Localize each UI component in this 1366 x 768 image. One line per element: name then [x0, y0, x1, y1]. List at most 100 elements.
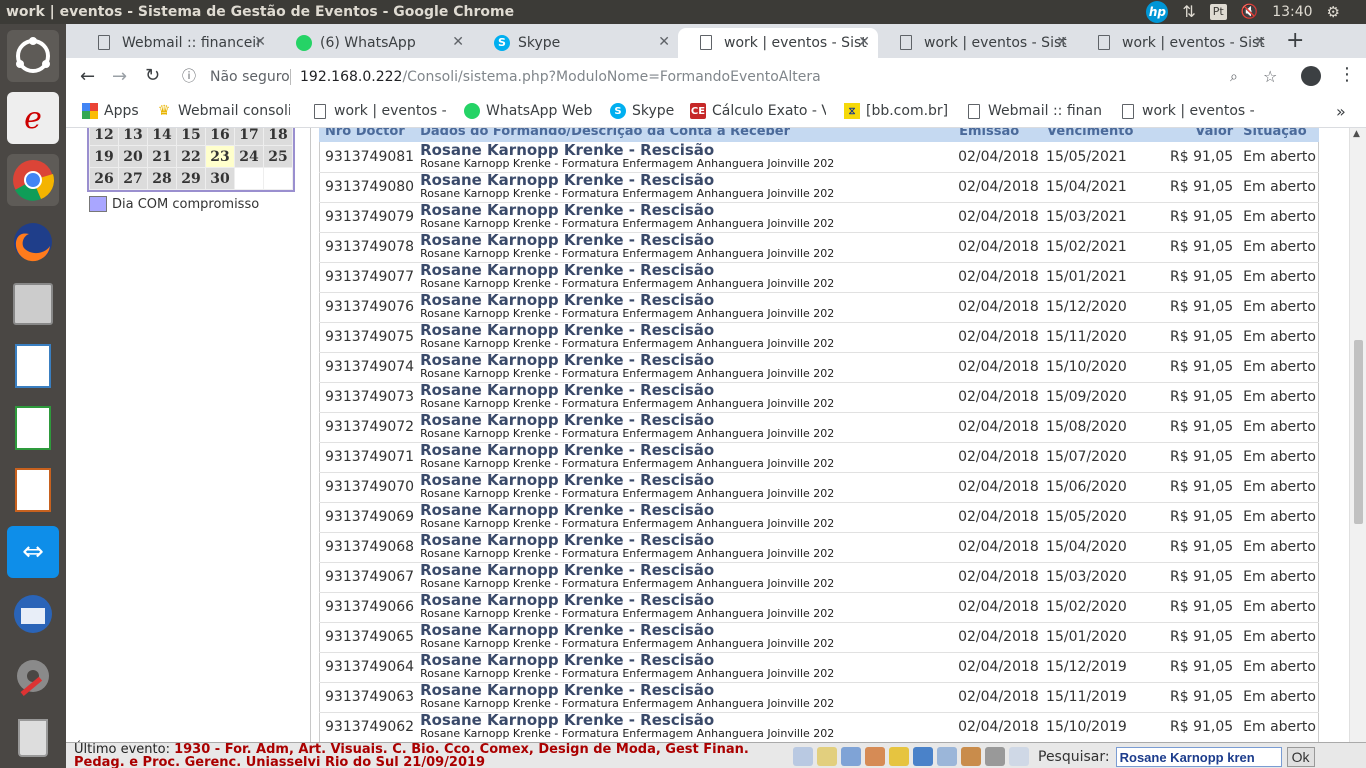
bookmark-apps[interactable]: Apps: [82, 103, 139, 119]
record-title-link[interactable]: Rosane Karnopp Krenke - Rescisão: [420, 413, 953, 428]
calendar-day[interactable]: 30: [205, 167, 235, 190]
trash-icon[interactable]: [7, 712, 59, 764]
last-event-text[interactable]: 1930 - For. Adm, Art. Visuais. C. Bio. C…: [74, 742, 749, 768]
thunderbird-icon[interactable]: [7, 588, 59, 640]
table-row[interactable]: 9313749065 Rosane Karnopp Krenke - Rescis…: [319, 622, 1319, 653]
calendar-icon[interactable]: [793, 747, 813, 766]
record-title-link[interactable]: Rosane Karnopp Krenke - Rescisão: [420, 173, 953, 188]
bookmark-work-eventos[interactable]: work | eventos -: [312, 103, 448, 119]
table-row[interactable]: 9313749071 Rosane Karnopp Krenke - Rescis…: [319, 442, 1319, 473]
bookmark-skype[interactable]: S Skype: [610, 103, 674, 119]
record-title-link[interactable]: Rosane Karnopp Krenke - Rescisão: [420, 473, 953, 488]
tab-work-eventos-active[interactable]: work | eventos - Sist ✕: [678, 28, 878, 58]
record-title-link[interactable]: Rosane Karnopp Krenke - Rescisão: [420, 713, 953, 728]
tab-skype[interactable]: S Skype ✕: [472, 28, 678, 58]
evolution-mail-icon[interactable]: e: [7, 92, 59, 144]
settings-icon[interactable]: [7, 650, 59, 702]
table-row[interactable]: 9313749073 Rosane Karnopp Krenke - Rescis…: [319, 382, 1319, 413]
calendar-day[interactable]: 28: [147, 167, 177, 190]
calendar-day[interactable]: 16: [205, 128, 235, 146]
info-icon[interactable]: ⓘ: [182, 62, 196, 92]
scrollbar-thumb[interactable]: [1354, 340, 1363, 524]
tab-work-eventos[interactable]: work | eventos - Sist ✕: [1076, 28, 1274, 58]
search-input[interactable]: [1115, 747, 1282, 767]
hp-icon[interactable]: hp: [1146, 1, 1169, 23]
table-row[interactable]: 9313749067 Rosane Karnopp Krenke - Rescis…: [319, 562, 1319, 593]
scroll-up-icon[interactable]: ▲: [1353, 129, 1360, 139]
ok-button[interactable]: Ok: [1286, 747, 1315, 767]
record-title-link[interactable]: Rosane Karnopp Krenke - Rescisão: [420, 263, 953, 278]
close-icon[interactable]: ✕: [254, 34, 266, 50]
table-row[interactable]: 9313749070 Rosane Karnopp Krenke - Rescis…: [319, 472, 1319, 503]
spreadsheet-icon[interactable]: [7, 402, 59, 454]
table-row[interactable]: 9313749072 Rosane Karnopp Krenke - Rescis…: [319, 412, 1319, 443]
bookmark-whatsapp-web[interactable]: WhatsApp Web: [464, 103, 592, 119]
table-row[interactable]: 9313749064 Rosane Karnopp Krenke - Rescis…: [319, 652, 1319, 683]
bookmark-calculo-exato[interactable]: CE Cálculo Exato - V: [690, 103, 826, 119]
bookmark-webmail-finan[interactable]: Webmail :: finan: [966, 103, 1102, 119]
zoom-icon[interactable]: ⌕: [1230, 62, 1238, 92]
address-bar[interactable]: ⓘ Não seguro 192.168.0.222/Consoli/siste…: [172, 62, 1277, 92]
close-icon[interactable]: ✕: [1056, 34, 1068, 50]
clock[interactable]: 13:40: [1272, 0, 1312, 24]
calendar-day[interactable]: 29: [176, 167, 206, 190]
calendar-day-today[interactable]: 23: [205, 145, 235, 168]
ubuntu-dash-icon[interactable]: [7, 30, 59, 82]
calendar-day[interactable]: 17: [234, 128, 264, 146]
chrome-icon[interactable]: [7, 154, 59, 206]
group-icon[interactable]: [961, 747, 981, 766]
header-situacao[interactable]: Situação: [1233, 128, 1319, 142]
calendar-day[interactable]: 25: [263, 145, 293, 168]
record-title-link[interactable]: Rosane Karnopp Krenke - Rescisão: [420, 203, 953, 218]
record-title-link[interactable]: Rosane Karnopp Krenke - Rescisão: [420, 653, 953, 668]
table-row[interactable]: 9313749062 Rosane Karnopp Krenke - Rescis…: [319, 712, 1319, 743]
header-valor[interactable]: Valor: [1158, 128, 1234, 142]
close-icon[interactable]: ✕: [452, 34, 464, 50]
calendar-day[interactable]: 13: [118, 128, 148, 146]
table-row[interactable]: 9313749078 Rosane Karnopp Krenke - Rescis…: [319, 232, 1319, 263]
tools-icon[interactable]: [817, 747, 837, 766]
calendar-day[interactable]: 22: [176, 145, 206, 168]
calendar-day[interactable]: 12: [89, 128, 119, 146]
table-row[interactable]: 9313749077 Rosane Karnopp Krenke - Rescis…: [319, 262, 1319, 293]
users-icon[interactable]: [865, 747, 885, 766]
record-title-link[interactable]: Rosane Karnopp Krenke - Rescisão: [420, 142, 953, 157]
record-title-link[interactable]: Rosane Karnopp Krenke - Rescisão: [420, 533, 953, 548]
record-title-link[interactable]: Rosane Karnopp Krenke - Rescisão: [420, 443, 953, 458]
record-title-link[interactable]: Rosane Karnopp Krenke - Rescisão: [420, 503, 953, 518]
record-title-link[interactable]: Rosane Karnopp Krenke - Rescisão: [420, 623, 953, 638]
header-nro-doctor[interactable]: Nro Doctor: [319, 128, 415, 142]
table-row[interactable]: 9313749081 Rosane Karnopp Krenke - Rescis…: [319, 142, 1319, 173]
close-icon[interactable]: ✕: [858, 34, 870, 50]
table-row[interactable]: 9313749075 Rosane Karnopp Krenke - Rescis…: [319, 322, 1319, 353]
files-icon[interactable]: [7, 278, 59, 330]
table-row[interactable]: 9313749068 Rosane Karnopp Krenke - Rescis…: [319, 532, 1319, 563]
power-icon[interactable]: ⚙: [1327, 0, 1340, 24]
forward-icon[interactable]: →: [112, 66, 127, 87]
tab-work-eventos[interactable]: work | eventos - Sist ✕: [878, 28, 1076, 58]
menu-icon[interactable]: ⋮: [1338, 64, 1356, 85]
firefox-icon[interactable]: [7, 216, 59, 268]
more-bookmarks-icon[interactable]: »: [1336, 102, 1346, 121]
teamviewer-icon[interactable]: ⇔: [7, 526, 59, 578]
header-vencimento[interactable]: Vencimento: [1041, 128, 1159, 142]
calendar-day[interactable]: 14: [147, 128, 177, 146]
tab-webmail[interactable]: Webmail :: financeir ✕: [76, 28, 274, 58]
table-row[interactable]: 9313749066 Rosane Karnopp Krenke - Rescis…: [319, 592, 1319, 623]
bookmark-webmail-consoli[interactable]: ♛ Webmail consoli: [156, 103, 290, 119]
calendar-day[interactable]: 21: [147, 145, 177, 168]
bookmark-work-eventos-2[interactable]: work | eventos -: [1120, 103, 1256, 119]
record-title-link[interactable]: Rosane Karnopp Krenke - Rescisão: [420, 353, 953, 368]
volume-icon[interactable]: 🔇: [1241, 0, 1258, 24]
image-viewer-icon[interactable]: [7, 340, 59, 392]
bookmark-bb[interactable]: ⧖ [bb.com.br]: [844, 103, 948, 119]
record-title-link[interactable]: Rosane Karnopp Krenke - Rescisão: [420, 293, 953, 308]
table-row[interactable]: 9313749080 Rosane Karnopp Krenke - Rescis…: [319, 172, 1319, 203]
people-icon[interactable]: [889, 747, 909, 766]
record-title-link[interactable]: Rosane Karnopp Krenke - Rescisão: [420, 323, 953, 338]
reload-icon[interactable]: ↻: [145, 65, 160, 86]
record-title-link[interactable]: Rosane Karnopp Krenke - Rescisão: [420, 233, 953, 248]
record-title-link[interactable]: Rosane Karnopp Krenke - Rescisão: [420, 683, 953, 698]
calendar-day[interactable]: 19: [89, 145, 119, 168]
home-icon[interactable]: [841, 747, 861, 766]
